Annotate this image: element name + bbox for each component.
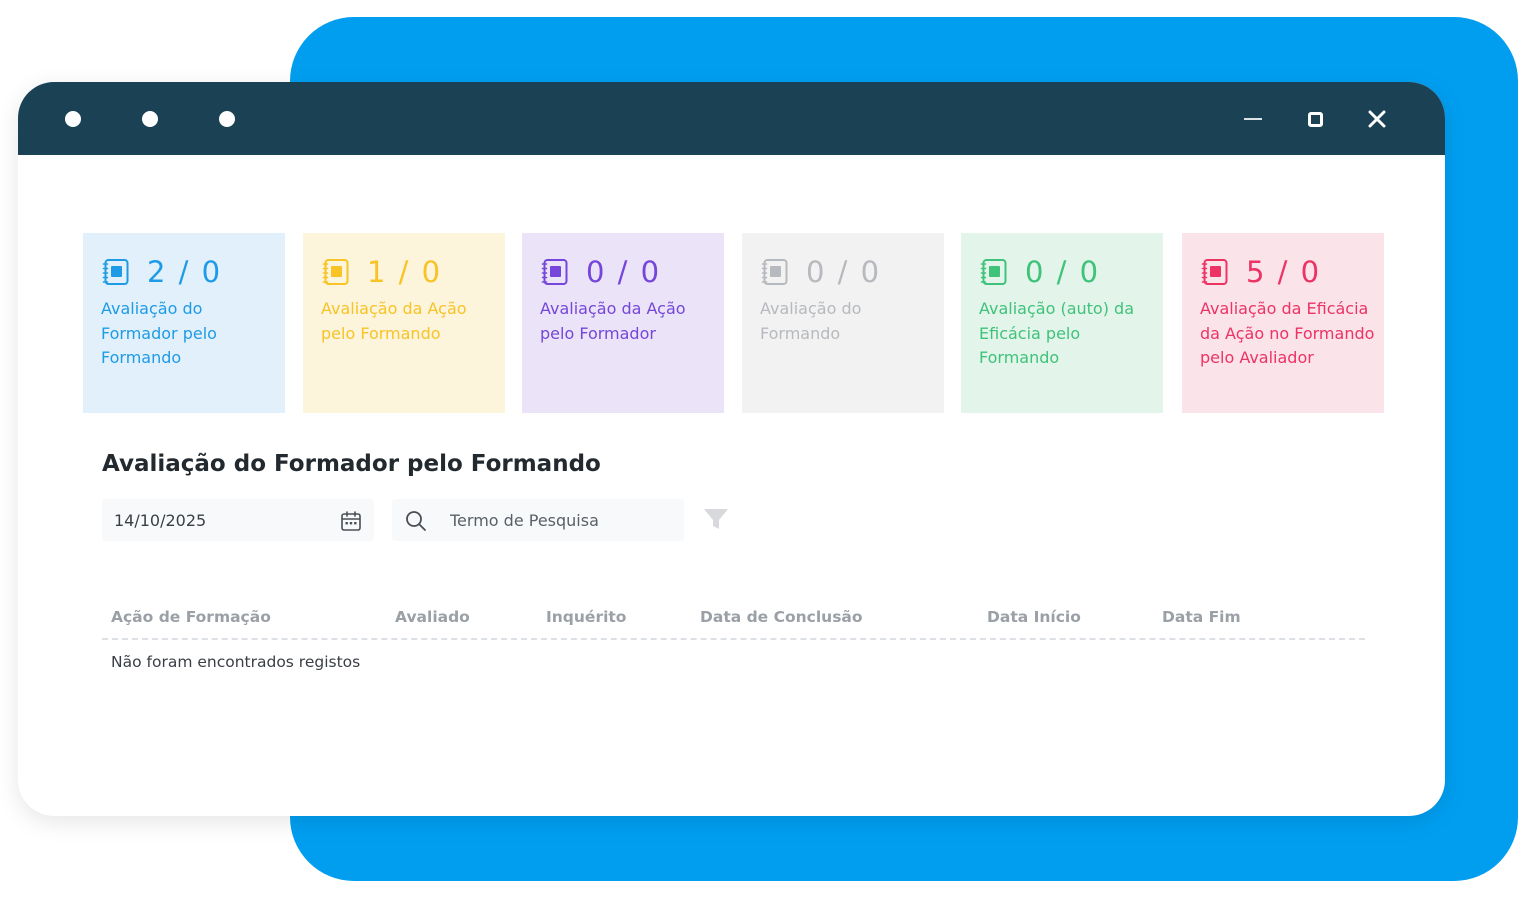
summary-card-formando[interactable]: 0 / 0 Avaliação do Formando: [742, 233, 944, 413]
column-header[interactable]: Data Fim: [1162, 608, 1241, 626]
card-label: Avaliação da Ação pelo Formador: [540, 299, 686, 343]
summary-card-formador[interactable]: 2 / 0 Avaliação do Formador pelo Formand…: [83, 233, 285, 413]
notebook-icon: [761, 259, 788, 285]
column-header[interactable]: Ação de Formação: [111, 608, 271, 626]
card-count: 0 / 0: [1025, 255, 1101, 289]
card-label: Avaliação da Eficácia da Ação no Formand…: [1200, 299, 1375, 367]
maximize-button[interactable]: [1298, 102, 1332, 136]
close-icon: [1368, 110, 1386, 128]
date-field[interactable]: [102, 499, 374, 541]
date-input[interactable]: [114, 499, 324, 541]
column-header[interactable]: Inquérito: [546, 608, 626, 626]
card-count: 1 / 0: [367, 255, 443, 289]
search-icon: [406, 511, 426, 531]
section-title: Avaliação do Formador pelo Formando: [102, 451, 601, 477]
minimize-icon: [1244, 118, 1262, 120]
calendar-icon[interactable]: [340, 510, 362, 532]
notebook-icon: [980, 259, 1007, 285]
notebook-icon: [322, 259, 349, 285]
app-window: 2 / 0 Avaliação do Formador pelo Formand…: [18, 82, 1445, 816]
column-header[interactable]: Data Início: [987, 608, 1081, 626]
search-input[interactable]: [450, 499, 676, 541]
summary-card-eficacia-avaliador[interactable]: 5 / 0 Avaliação da Eficácia da Ação no F…: [1182, 233, 1384, 413]
window-dot-1: [65, 111, 81, 127]
card-count: 5 / 0: [1246, 255, 1322, 289]
title-bar: [18, 82, 1445, 155]
card-count: 0 / 0: [586, 255, 662, 289]
filter-icon[interactable]: [702, 505, 730, 533]
card-count: 2 / 0: [147, 255, 223, 289]
maximize-icon: [1307, 111, 1323, 127]
notebook-icon: [102, 259, 129, 285]
notebook-icon: [1201, 259, 1228, 285]
close-button[interactable]: [1360, 102, 1394, 136]
results-table: Ação de Formação Avaliado Inquérito Data…: [102, 600, 1365, 671]
card-label: Avaliação (auto) da Eficácia pelo Forman…: [979, 299, 1134, 367]
card-label: Avaliação do Formador pelo Formando: [101, 299, 217, 367]
window-dot-2: [142, 111, 158, 127]
search-field[interactable]: [392, 499, 684, 541]
card-label: Avaliação da Ação pelo Formando: [321, 299, 467, 343]
notebook-icon: [541, 259, 568, 285]
minimize-button[interactable]: [1236, 102, 1270, 136]
table-header: Ação de Formação Avaliado Inquérito Data…: [102, 600, 1365, 640]
summary-card-acao-formando[interactable]: 1 / 0 Avaliação da Ação pelo Formando: [303, 233, 505, 413]
card-count: 0 / 0: [806, 255, 882, 289]
empty-message: Não foram encontrados registos: [111, 653, 361, 671]
window-dot-3: [219, 111, 235, 127]
card-label: Avaliação do Formando: [760, 299, 862, 343]
summary-card-acao-formador[interactable]: 0 / 0 Avaliação da Ação pelo Formador: [522, 233, 724, 413]
column-header[interactable]: Avaliado: [395, 608, 470, 626]
summary-card-eficacia-auto[interactable]: 0 / 0 Avaliação (auto) da Eficácia pelo …: [961, 233, 1163, 413]
column-header[interactable]: Data de Conclusão: [700, 608, 863, 626]
